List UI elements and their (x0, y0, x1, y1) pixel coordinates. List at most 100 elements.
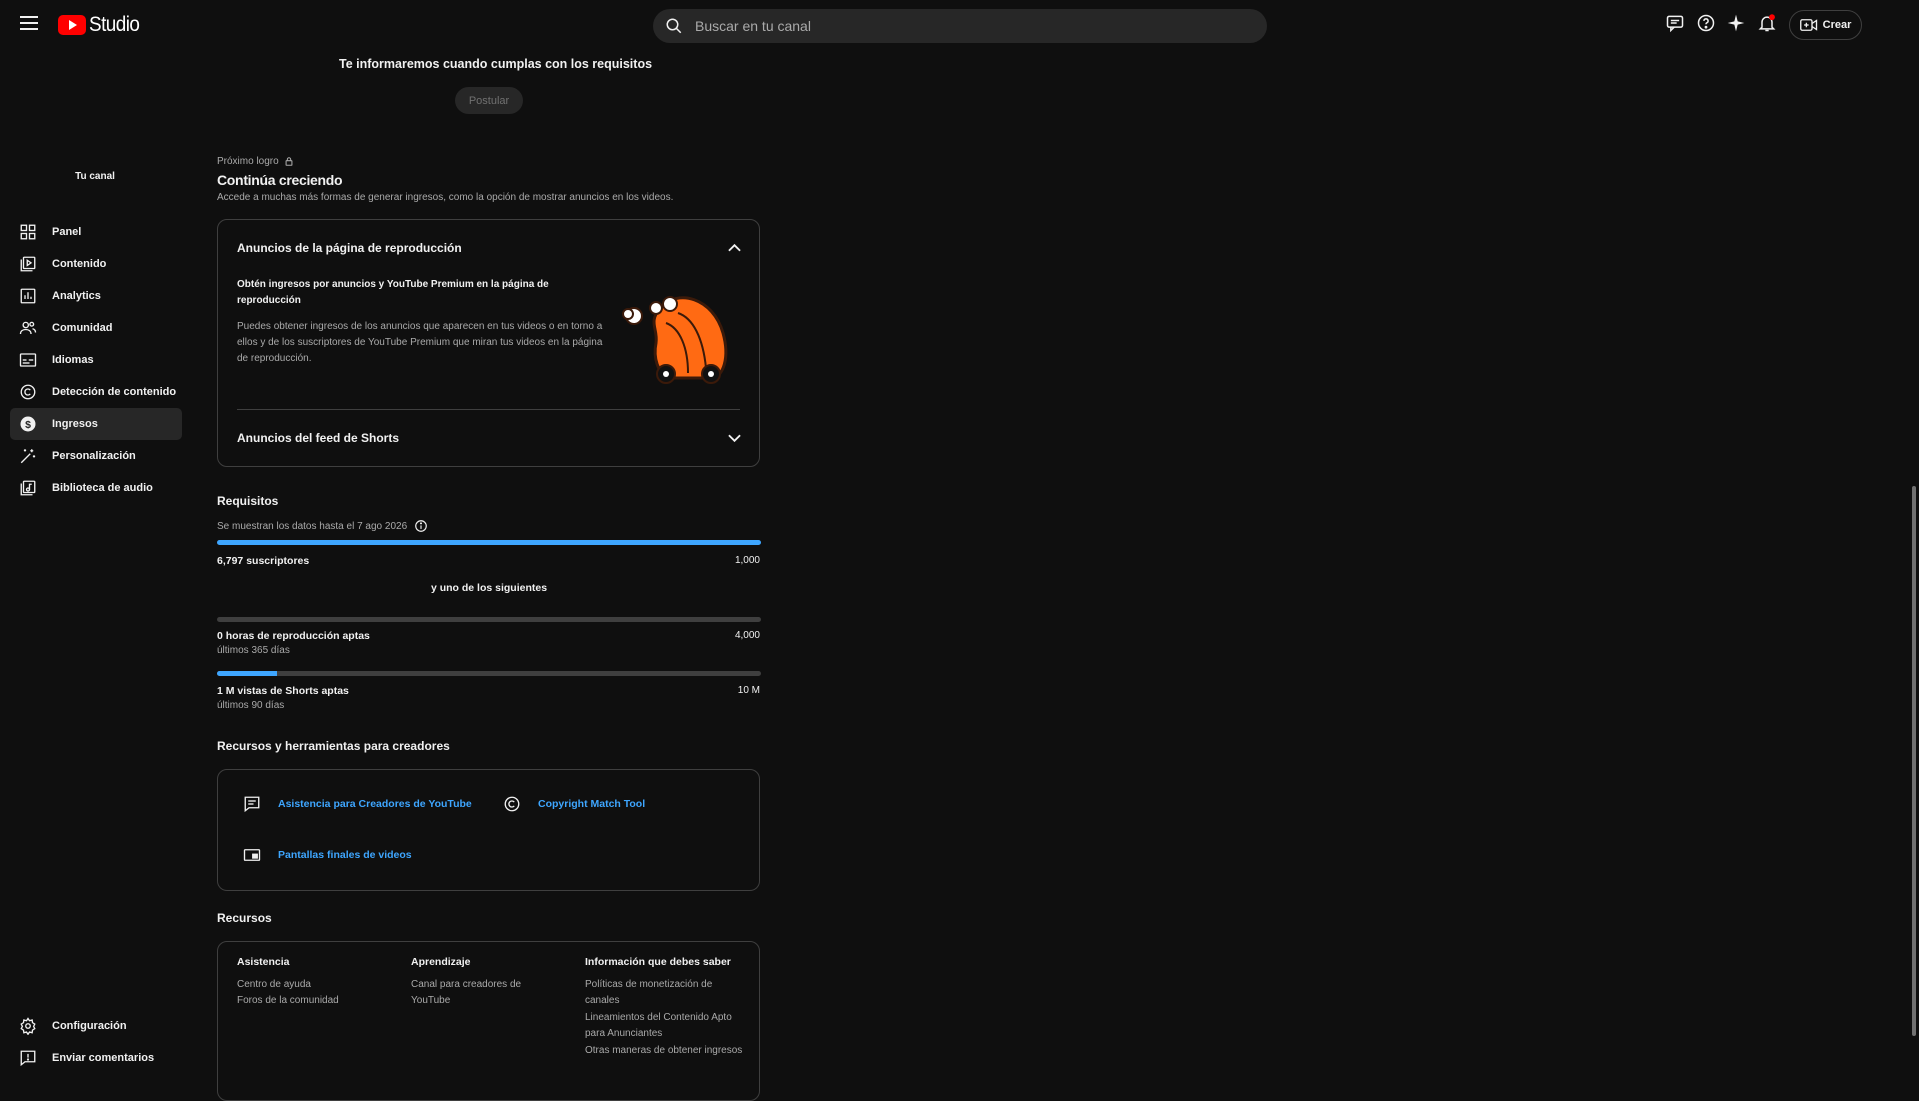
menu-icon[interactable] (20, 16, 38, 30)
ads-accordion: Anuncios de la página de reproducción Ob… (217, 219, 760, 467)
sidebar-item-label: Contenido (52, 258, 107, 270)
analytics-icon (20, 288, 36, 304)
shorts-views-target: 10 M (737, 685, 760, 696)
copyright-icon (20, 384, 36, 400)
sidebar-item-configuracion[interactable]: Configuración (10, 1010, 182, 1042)
watch-hours-progress (217, 617, 761, 622)
content-icon (20, 256, 36, 272)
channel-label: Tu canal (75, 171, 115, 182)
sidebar-item-label: Comunidad (52, 322, 113, 334)
info-icon[interactable] (414, 519, 428, 533)
resource-link[interactable]: Otras maneras de obtener ingresos (585, 1043, 745, 1059)
sidebar-item-idiomas[interactable]: Idiomas (10, 344, 182, 376)
search-icon (666, 18, 682, 34)
resource-link[interactable]: Lineamientos del Contenido Apto para Anu… (585, 1010, 745, 1042)
tool-link[interactable]: Copyright Match Tool (538, 798, 645, 810)
tool-end-screens[interactable]: Pantallas finales de videos (243, 846, 412, 864)
help-icon[interactable] (1696, 13, 1716, 33)
sidebar-item-personalizacion[interactable]: Personalización (10, 440, 182, 472)
sidebar-item-panel[interactable]: Panel (10, 216, 182, 248)
sidebar-item-label: Analytics (52, 290, 101, 302)
sidebar-item-label: Enviar comentarios (52, 1052, 155, 1064)
milestone-eyebrow: Próximo logro (217, 156, 294, 167)
notifications-icon[interactable] (1757, 13, 1777, 33)
audio-library-icon (20, 480, 36, 496)
watch-ads-body: Puedes obtener ingresos de los anuncios … (237, 321, 603, 364)
sidebar-item-contenido[interactable]: Contenido (10, 248, 182, 280)
feedback-icon (20, 1050, 36, 1067)
top-bar: Studio Crear (0, 0, 1919, 48)
resources-column-aprendizaje: Aprendizaje Canal para creadores de YouT… (411, 956, 546, 1009)
subscribers-progress (217, 540, 761, 545)
chevron-down-icon[interactable] (728, 434, 741, 443)
sidebar-item-comentarios[interactable]: Enviar comentarios (10, 1042, 182, 1074)
shorts-ads-title[interactable]: Anuncios del feed de Shorts (237, 431, 399, 445)
gear-icon (20, 1017, 36, 1035)
sidebar-item-label: Detección de contenido (52, 386, 177, 398)
accordion-divider (237, 409, 740, 410)
sidebar-item-label: Personalización (52, 450, 136, 462)
sidebar-item-analytics[interactable]: Analytics (10, 280, 182, 312)
sidebar-item-ingresos[interactable]: $ Ingresos (10, 408, 182, 440)
milestone-description: Accede a muchas más formas de generar in… (217, 192, 674, 203)
resources-heading: Información que debes saber (585, 956, 731, 968)
magic-wand-icon (20, 449, 36, 464)
resource-link[interactable]: Foros de la comunidad (237, 993, 397, 1009)
apply-button[interactable]: Postular (455, 87, 523, 114)
search-input[interactable] (695, 18, 1235, 34)
tools-title: Recursos y herramientas para creadores (217, 739, 450, 753)
resources-heading: Aprendizaje (411, 956, 471, 968)
resources-title: Recursos (217, 911, 272, 925)
chevron-up-icon[interactable] (728, 243, 741, 252)
watch-hours-label: 0 horas de reproducción aptas (217, 630, 370, 642)
subscribers-progress-fill (217, 540, 761, 545)
milestone-eyebrow-text: Próximo logro (217, 156, 279, 167)
requirements-title: Requisitos (217, 494, 279, 508)
shorts-views-progress (217, 671, 761, 676)
resources-column-asistencia: Asistencia Centro de ayuda Foros de la c… (237, 956, 397, 1009)
tool-link[interactable]: Asistencia para Creadores de YouTube (278, 798, 472, 810)
sparkle-icon[interactable] (1726, 13, 1746, 33)
subtitles-icon (19, 353, 37, 367)
create-button[interactable]: Crear (1789, 10, 1862, 40)
tool-link[interactable]: Pantallas finales de videos (278, 849, 412, 861)
messages-icon[interactable] (1665, 13, 1685, 33)
resource-link[interactable]: Políticas de monetización de canales (585, 977, 745, 1009)
scrollbar-thumb[interactable] (1912, 486, 1916, 1036)
resources-card: Asistencia Centro de ayuda Foros de la c… (217, 941, 760, 1101)
data-note-text: Se muestran los datos hasta el 7 ago 202… (217, 520, 408, 532)
copyright-icon (504, 796, 520, 812)
community-icon (19, 321, 37, 335)
watch-hours-period: últimos 365 días (217, 645, 290, 656)
data-note: Se muestran los datos hasta el 7 ago 202… (217, 519, 428, 533)
end-screen-icon (243, 849, 261, 861)
tool-creator-support[interactable]: Asistencia para Creadores de YouTube (243, 795, 472, 813)
sidebar-item-label: Panel (52, 226, 82, 238)
tools-card: Asistencia para Creadores de YouTube Cop… (217, 769, 760, 891)
search-box[interactable] (653, 9, 1267, 43)
shorts-views-progress-fill (217, 671, 277, 676)
watch-ads-title[interactable]: Anuncios de la página de reproducción (237, 241, 462, 255)
sidebar-item-biblioteca[interactable]: Biblioteca de audio (10, 472, 182, 504)
chat-icon (244, 796, 260, 813)
eligibility-notice: Te informaremos cuando cumplas con los r… (339, 57, 653, 71)
resources-heading: Asistencia (237, 956, 290, 968)
sidebar-item-deteccion[interactable]: Detección de contenido (10, 376, 182, 408)
ads-illustration (622, 296, 728, 384)
studio-logo[interactable]: Studio (58, 13, 145, 37)
sidebar-item-comunidad[interactable]: Comunidad (10, 312, 182, 344)
resource-link[interactable]: Canal para creadores de YouTube (411, 977, 546, 1009)
dollar-icon: $ (20, 416, 36, 432)
youtube-logo-icon (58, 15, 86, 35)
either-label: y uno de los siguientes (430, 582, 548, 594)
app-name: Studio (89, 13, 140, 36)
shorts-views-label: 1 M vistas de Shorts aptas (217, 685, 349, 697)
resource-link[interactable]: Centro de ayuda (237, 977, 397, 993)
subscribers-label: 6,797 suscriptores (217, 555, 310, 567)
tool-copyright-match[interactable]: Copyright Match Tool (503, 795, 645, 813)
shorts-views-period: últimos 90 días (217, 700, 285, 711)
sidebar-item-label: Biblioteca de audio (52, 482, 153, 494)
watch-ads-subtitle: Obtén ingresos por anuncios y YouTube Pr… (237, 279, 549, 306)
lock-icon (285, 157, 293, 166)
sidebar-item-label: Ingresos (52, 418, 98, 430)
